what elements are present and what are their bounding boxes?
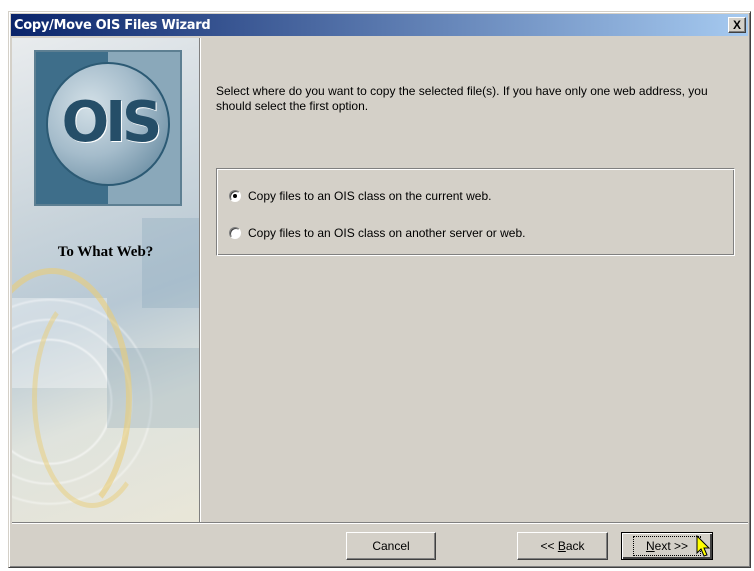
option-label: Copy files to an OIS class on the curren… [248,189,492,203]
option-current-web[interactable]: Copy files to an OIS class on the curren… [229,189,491,203]
cancel-label: Cancel [372,539,410,553]
close-button[interactable]: X [728,17,746,33]
instructions-text: Select where do you want to copy the sel… [216,84,708,113]
copy-destination-group: Copy files to an OIS class on the curren… [216,168,735,256]
horizontal-divider [12,522,748,524]
ois-logo: OIS [34,50,182,206]
next-rest: ext >> [654,539,689,553]
wizard-side-image: OIS To What Web? [12,38,199,523]
decor-arc [32,288,152,508]
back-button[interactable]: << Back [517,532,608,560]
cancel-button[interactable]: Cancel [346,532,436,560]
title-bar[interactable]: Copy/Move OIS Files Wizard X [11,14,748,36]
radio-checked-icon[interactable] [229,190,241,202]
back-label: << Back [540,539,584,553]
wizard-window: Copy/Move OIS Files Wizard X OIS To What… [8,11,751,568]
radio-unchecked-icon[interactable] [229,227,241,239]
logo-text: OIS [61,90,163,155]
back-mnemonic: B [557,539,566,553]
vertical-divider [199,38,201,523]
option-label: Copy files to an OIS class on another se… [248,226,526,240]
next-mnemonic: N [645,539,655,553]
option-another-server[interactable]: Copy files to an OIS class on another se… [229,226,525,240]
window-title: Copy/Move OIS Files Wizard [14,17,211,33]
decor-tile [142,218,199,308]
step-heading: To What Web? [57,244,154,260]
next-label: Next >> [632,536,702,556]
back-rest: ack [565,539,585,553]
mouse-pointer-icon [696,535,711,557]
back-prefix: << [540,539,558,553]
close-icon: X [732,18,741,32]
